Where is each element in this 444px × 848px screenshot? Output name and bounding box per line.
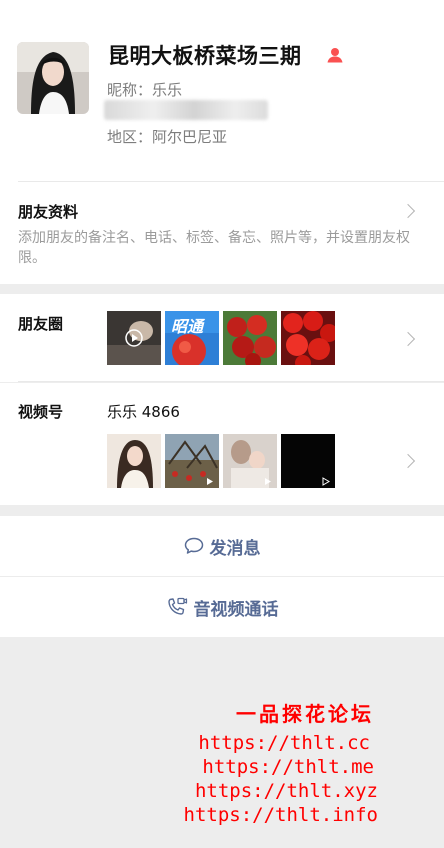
female-user-icon <box>327 48 343 63</box>
moments-label: 朋友圈 <box>18 315 64 333</box>
friend-info-description: 添加朋友的备注名、电话、标签、备忘、照片等，并设置朋友权限。 <box>18 230 410 266</box>
moments-thumbnail <box>281 311 335 365</box>
chevron-right-icon <box>400 453 416 469</box>
phone-video-icon <box>167 597 187 615</box>
watermark-link: https://thlt.cc <box>198 732 370 754</box>
channel-thumbnail <box>107 434 161 488</box>
channel-name: 乐乐 4866 <box>107 403 180 421</box>
profile-name: 昆明大板桥菜场三期 <box>108 44 302 68</box>
watermark-link: https://thlt.xyz <box>195 780 378 802</box>
channel-thumbnail <box>223 434 277 488</box>
voice-video-call-button[interactable]: 音视频通话 <box>0 577 444 637</box>
moments-row[interactable]: 朋友圈 昭通 <box>0 294 444 382</box>
blurred-wechat-id <box>104 100 268 120</box>
watermark-link: https://thlt.me <box>202 756 374 778</box>
channel-thumbnail <box>165 434 219 488</box>
channel-thumbnail <box>281 434 335 488</box>
divider <box>18 381 444 382</box>
moments-thumbnail: 昭通 <box>165 311 219 365</box>
channels-row[interactable]: 视频号 乐乐 4866 <box>0 383 444 505</box>
moments-thumbnail <box>223 311 277 365</box>
nickname: 昵称：乐乐 <box>107 81 183 99</box>
avatar[interactable] <box>17 42 89 114</box>
friend-info-title: 朋友资料 <box>18 203 79 221</box>
send-message-button[interactable]: 发消息 <box>0 516 444 576</box>
thumbnail-caption: 昭通 <box>171 317 204 336</box>
watermark-url: https://thlt.me <box>202 756 374 778</box>
send-message-label: 发消息 <box>209 538 261 559</box>
channels-label: 视频号 <box>18 403 64 421</box>
chevron-right-icon <box>400 203 416 219</box>
watermark-link: https://thlt.info <box>184 804 378 826</box>
moments-thumbnail <box>107 311 161 365</box>
chat-bubble-icon <box>184 537 203 554</box>
watermark-title: 一品探花论坛 <box>236 702 374 726</box>
voice-video-call-label: 音视频通话 <box>193 599 279 620</box>
profile-header: 昆明大板桥菜场三期 昵称：乐乐 地区：阿尔巴尼亚 <box>0 0 444 182</box>
watermark-url: https://thlt.info <box>183 804 378 826</box>
region: 地区：阿尔巴尼亚 <box>107 128 228 146</box>
watermark-url: https://thlt.cc <box>198 732 370 754</box>
chevron-right-icon <box>400 331 416 347</box>
watermark-url: https://thlt.xyz <box>194 780 378 802</box>
